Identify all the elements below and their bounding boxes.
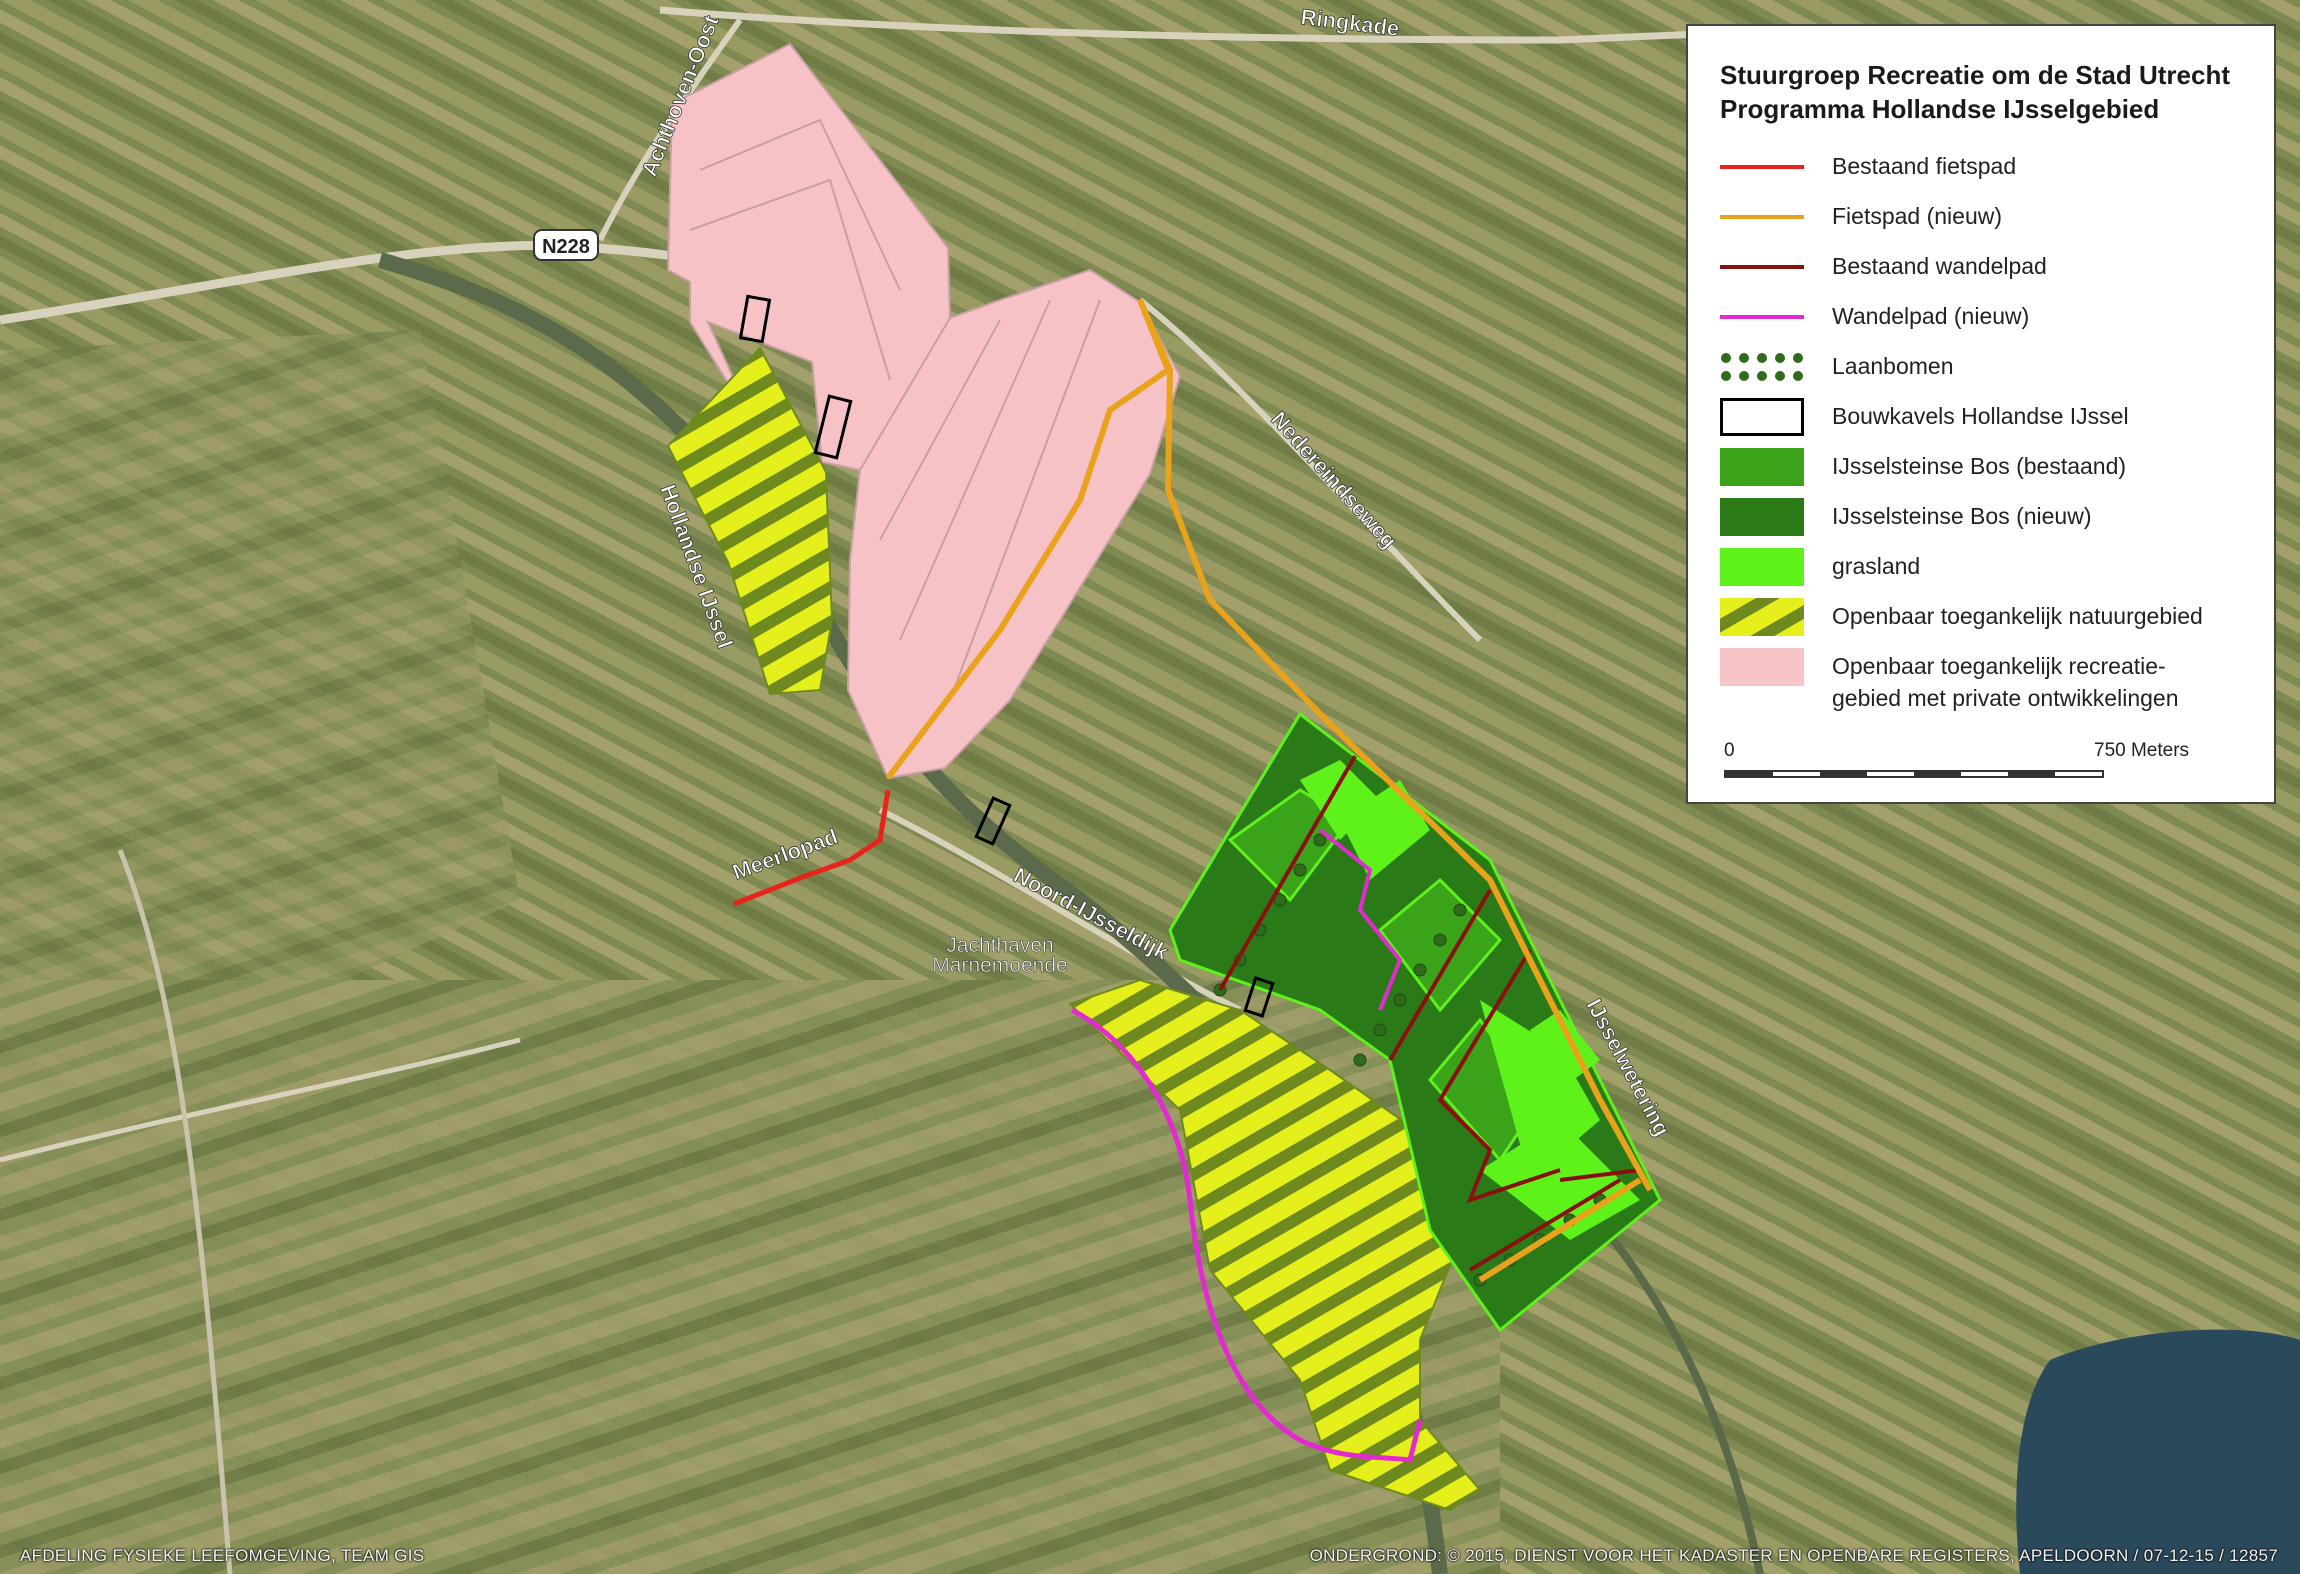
legend-item-bos-bestaand: IJsselsteinse Bos (bestaand) <box>1720 448 2244 498</box>
legend-label: Fietspad (nieuw) <box>1832 203 2003 229</box>
road-shield-n228: N228 <box>533 229 599 261</box>
green-box-symbol <box>1720 448 1804 486</box>
map-legend: Stuurgroep Recreatie om de Stad Utrecht … <box>1686 24 2276 804</box>
legend-item-natuurgebied: Openbaar toegankelijk natuurgebied <box>1720 598 2244 648</box>
legend-item-fietspad-nieuw: Fietspad (nieuw) <box>1720 198 2244 248</box>
legend-item-bouwkavels: Bouwkavels Hollandse IJssel <box>1720 398 2244 448</box>
lake <box>2016 1329 2300 1574</box>
legend-label-line2: gebied met private ontwikkelingen <box>1832 685 2179 711</box>
scale-bar-graphic <box>1724 770 2104 778</box>
legend-item-laanbomen: Laanbomen <box>1720 348 2244 398</box>
legend-item-recreatiegebied: Openbaar toegankelijk recreatie- gebied … <box>1720 648 2244 724</box>
legend-label: Openbaar toegankelijk recreatie- gebied … <box>1832 648 2178 714</box>
legend-label-line1: Openbaar toegankelijk recreatie- <box>1832 653 2166 679</box>
scale-end-label: 750 Meters <box>2094 740 2190 761</box>
tree-dots-symbol <box>1720 348 1804 386</box>
footer-credit-left: AFDELING FYSIEKE LEEFOMGEVING, TEAM GIS <box>20 1546 425 1565</box>
darkred-line-symbol <box>1720 248 1804 286</box>
pink-box-symbol <box>1720 648 1804 686</box>
legend-label: Bouwkavels Hollandse IJssel <box>1832 403 2129 429</box>
label-n228: N228 <box>542 236 590 258</box>
legend-item-bos-nieuw: IJsselsteinse Bos (nieuw) <box>1720 498 2244 548</box>
legend-item-bestaand-fietspad: Bestaand fietspad <box>1720 148 2244 198</box>
legend-label: IJsselsteinse Bos (nieuw) <box>1832 503 2092 529</box>
footer-credit-right: ONDERGROND: © 2015, DIENST VOOR HET KADA… <box>1309 1546 2278 1565</box>
legend-item-grasland: grasland <box>1720 548 2244 598</box>
legend-label: grasland <box>1832 553 1921 579</box>
legend-title-line2: Programma Hollandse IJsselgebied <box>1720 94 2160 124</box>
label-marnemoende: Marnemoende <box>932 954 1067 977</box>
darkgreen-box-symbol <box>1720 498 1804 536</box>
lightgreen-box-symbol <box>1720 548 1804 586</box>
magenta-line-symbol <box>1720 298 1804 336</box>
legend-label: Wandelpad (nieuw) <box>1832 303 2030 329</box>
red-line-symbol <box>1720 148 1804 186</box>
legend-label: Laanbomen <box>1832 353 1954 379</box>
orange-line-symbol <box>1720 198 1804 236</box>
legend-item-bestaand-wandelpad: Bestaand wandelpad <box>1720 248 2244 298</box>
legend-label: Bestaand fietspad <box>1832 153 2017 179</box>
legend-label: Openbaar toegankelijk natuurgebied <box>1832 603 2203 629</box>
hatched-box-symbol <box>1720 598 1804 636</box>
legend-label: Bestaand wandelpad <box>1832 253 2047 279</box>
legend-item-wandelpad-nieuw: Wandelpad (nieuw) <box>1720 298 2244 348</box>
legend-label: IJsselsteinse Bos (bestaand) <box>1832 453 2127 479</box>
legend-title-line1: Stuurgroep Recreatie om de Stad Utrecht <box>1720 60 2230 90</box>
scale-start-label: 0 <box>1724 740 1735 761</box>
legend-items: Bestaand fietspad Fietspad (nieuw) Besta… <box>1720 148 2244 724</box>
scale-bar: 0 750 Meters <box>1724 740 2224 780</box>
outline-box-symbol <box>1720 398 1804 436</box>
